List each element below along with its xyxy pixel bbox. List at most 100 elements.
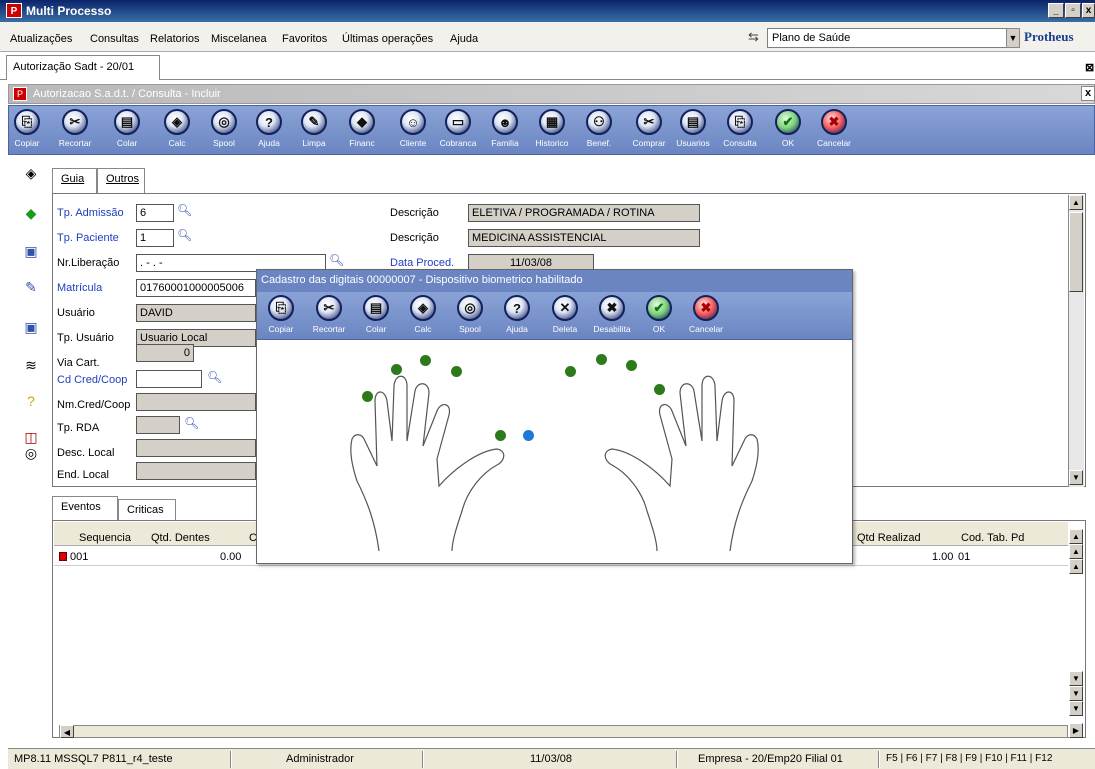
tp-admissao-input[interactable]: 6 <box>136 204 174 222</box>
tp-paciente-input[interactable]: 1 <box>136 229 174 247</box>
maximize-button[interactable]: ▫ <box>1065 3 1081 18</box>
ajuda-button[interactable]: ? Ajuda <box>247 109 291 155</box>
scroll-left-icon[interactable]: ◀ <box>60 725 74 738</box>
close-button[interactable]: x <box>1082 3 1095 18</box>
finger-left-ring[interactable] <box>391 364 402 375</box>
dialog-copiar-button[interactable]: ⎘ Copiar <box>259 295 303 341</box>
scroll-up-icon[interactable]: ▲ <box>1069 559 1083 574</box>
comprar-button[interactable]: ✂ Comprar <box>627 109 671 155</box>
finger-right-middle[interactable] <box>596 354 607 365</box>
scroll-up-icon[interactable]: ▲ <box>1069 195 1083 210</box>
scroll-page-down-icon[interactable]: ▼ <box>1069 686 1083 701</box>
scroll-down-icon[interactable]: ▼ <box>1069 671 1083 686</box>
scroll-thumb[interactable] <box>1069 212 1083 292</box>
copiar-button[interactable]: ⎘ Copiar <box>5 109 49 155</box>
cobranca-button[interactable]: ▭ Cobranca <box>436 109 480 155</box>
search-icon[interactable]: 🔍︎ <box>329 253 344 267</box>
financ-button[interactable]: ◆ Financ <box>340 109 384 155</box>
end-local-label: End. Local <box>57 469 109 481</box>
finger-right-index[interactable] <box>565 366 576 377</box>
menu-miscelanea[interactable]: Miscelanea <box>211 33 267 45</box>
dialog-colar-button[interactable]: ▤ Colar <box>354 295 398 341</box>
view-document-icon[interactable]: ▣ <box>22 318 40 336</box>
dialog-ajuda-button[interactable]: ? Ajuda <box>495 295 539 341</box>
help-icon[interactable]: ? <box>22 392 40 410</box>
dialog-ok-button[interactable]: ✔ OK <box>637 295 681 341</box>
spool-button[interactable]: ◎ Spool <box>202 109 246 155</box>
horizontal-scrollbar[interactable]: ◀ <box>59 725 1068 738</box>
dialog-toolbar: ⎘ Copiar ✂ Recortar ▤ Colar ◈ Calc ◎ Spool ? A… <box>257 292 852 340</box>
dialog-desabilita-button[interactable]: ✖ Desabilita <box>590 295 634 341</box>
tab-criticas[interactable]: Criticas <box>118 499 176 520</box>
matricula-input[interactable]: 01760001000005006 <box>136 279 256 297</box>
dialog-deleta-button[interactable]: ✕ Deleta <box>543 295 587 341</box>
form-scrollbar[interactable]: ▲ ▼ <box>1068 195 1084 487</box>
historico-button[interactable]: ▦ Historico <box>530 109 574 155</box>
eraser-icon[interactable]: ◈ <box>22 164 40 182</box>
finger-left-little[interactable] <box>362 391 373 402</box>
benef-button[interactable]: ⚇ Benef. <box>577 109 621 155</box>
menu-atualizacoes[interactable]: Atualizações <box>10 33 72 45</box>
dialog-recortar-button[interactable]: ✂ Recortar <box>307 295 351 341</box>
menu-consultas[interactable]: Consultas <box>90 33 139 45</box>
scroll-top-icon[interactable]: ▲ <box>1069 529 1083 544</box>
menu-relatorios[interactable]: Relatorios <box>150 33 200 45</box>
module-select[interactable]: Plano de Saúde <box>767 28 1020 48</box>
cd-cred-coop-input[interactable] <box>136 370 202 388</box>
finger-left-thumb[interactable] <box>495 430 506 441</box>
finger-right-ring[interactable] <box>626 360 637 371</box>
nr-liberacao-label: Nr.Liberação <box>57 257 120 269</box>
search-icon[interactable]: 🔍︎ <box>207 370 222 384</box>
module-manager-icon[interactable]: ⇆ <box>748 29 764 45</box>
search-icon[interactable]: 🔍︎ <box>177 203 192 217</box>
scroll-down-icon[interactable]: ▼ <box>1069 470 1083 485</box>
recortar-button[interactable]: ✂ Recortar <box>53 109 97 155</box>
finance-icon[interactable]: ◆ <box>22 204 40 222</box>
cancelar-button[interactable]: ✖ Cancelar <box>812 109 856 155</box>
tab-autorizacao-sadt[interactable]: Autorização Sadt - 20/01 <box>6 55 160 80</box>
search-document-icon[interactable]: ▣ <box>22 242 40 260</box>
check-icon: ✔ <box>775 109 801 135</box>
ok-button[interactable]: ✔ OK <box>766 109 810 155</box>
dialog-cancelar-button[interactable]: ✖ Cancelar <box>684 295 728 341</box>
col-qtd-dentes[interactable]: Qtd. Dentes <box>151 532 210 544</box>
menu-ultimas-operacoes[interactable]: Últimas operações <box>342 33 433 45</box>
waves-icon[interactable]: ≋ <box>22 356 40 374</box>
pen-icon[interactable]: ✎ <box>22 278 40 296</box>
finger-right-little[interactable] <box>654 384 665 395</box>
colar-button[interactable]: ▤ Colar <box>105 109 149 155</box>
menu-ajuda[interactable]: Ajuda <box>450 33 478 45</box>
scroll-page-up-icon[interactable]: ▲ <box>1069 544 1083 559</box>
finger-left-index[interactable] <box>451 366 462 377</box>
limpa-button[interactable]: ✎ Limpa <box>292 109 336 155</box>
col-qtd-realizad[interactable]: Qtd Realizad <box>857 532 921 544</box>
tab-guia[interactable]: Guia <box>52 168 97 193</box>
chevron-down-icon[interactable]: ▼ <box>1006 28 1020 48</box>
familia-button[interactable]: ☻ Familia <box>483 109 527 155</box>
dialog-spool-button[interactable]: ◎ Spool <box>448 295 492 341</box>
cliente-button[interactable]: ☺ Cliente <box>391 109 435 155</box>
tab-eventos[interactable]: Eventos <box>52 496 118 520</box>
menu-favoritos[interactable]: Favoritos <box>282 33 327 45</box>
finger-right-thumb[interactable] <box>523 430 534 441</box>
calc-button[interactable]: ◈ Calc <box>155 109 199 155</box>
consulta-button[interactable]: ⎘ Consulta <box>718 109 762 155</box>
help-icon: ? <box>504 295 530 321</box>
search-icon[interactable]: 🔍︎ <box>177 228 192 242</box>
dialog-calc-button[interactable]: ◈ Calc <box>401 295 445 341</box>
biometric-dialog: Cadastro das digitais 00000007 - Disposi… <box>256 269 853 564</box>
spool-icon[interactable]: ◎ <box>22 444 40 462</box>
close-tab-icon[interactable]: ⊠ <box>1085 61 1094 74</box>
col-cod-tab-pd[interactable]: Cod. Tab. Pd <box>961 532 1024 544</box>
close-subwindow-icon[interactable]: x <box>1081 86 1095 101</box>
scroll-bottom-icon[interactable]: ▼ <box>1069 701 1083 716</box>
usuarios-button[interactable]: ▤ Usuarios <box>671 109 715 155</box>
beneficiary-icon: ⚇ <box>586 109 612 135</box>
finger-left-middle[interactable] <box>420 355 431 366</box>
status-separator <box>676 751 678 768</box>
search-icon[interactable]: 🔍︎ <box>184 416 199 430</box>
tab-outros[interactable]: Outros <box>97 168 145 193</box>
scroll-right-icon[interactable]: ▶ <box>1069 723 1083 738</box>
minimize-button[interactable]: _ <box>1048 3 1064 18</box>
col-sequencia[interactable]: Sequencia <box>79 532 131 544</box>
